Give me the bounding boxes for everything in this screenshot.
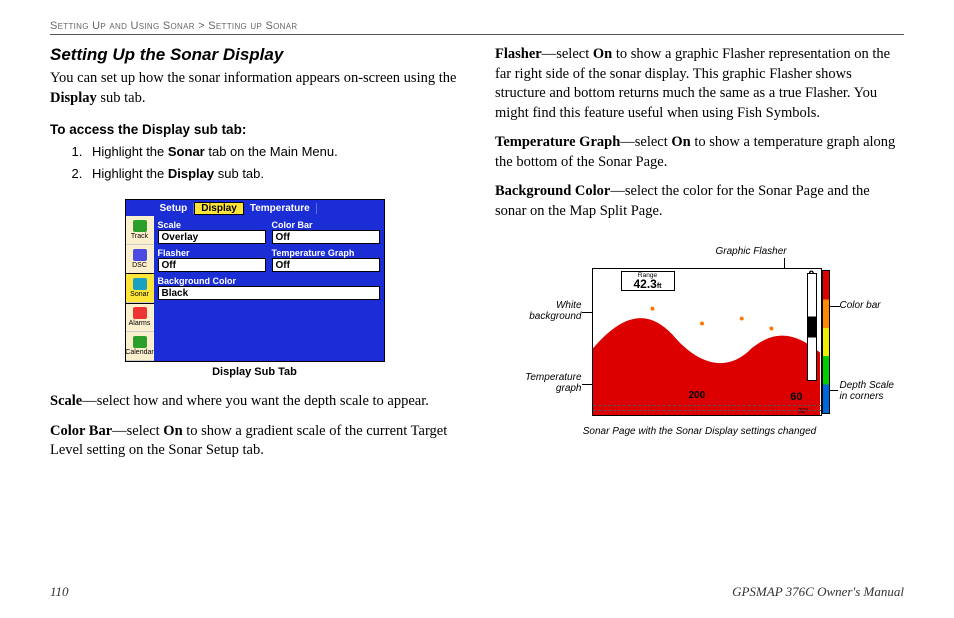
- depth-number: 42.3: [633, 277, 656, 291]
- ann-graphic-flasher: Graphic Flasher: [716, 246, 787, 258]
- val-flasher: Off: [158, 258, 266, 272]
- sidebar-label-track: Track: [131, 233, 148, 240]
- step-2-post: sub tab.: [214, 166, 264, 181]
- depth-unit: ft: [657, 283, 662, 290]
- step-2-bold: Display: [168, 166, 214, 181]
- scale-paragraph: Scale—select how and where you want the …: [50, 392, 459, 412]
- val-tgraph: Off: [272, 258, 380, 272]
- lbl-tgraph: Temperature Graph: [272, 246, 380, 258]
- lbl-scale: Scale: [158, 218, 266, 230]
- lbl-colorbar: Color Bar: [272, 218, 380, 230]
- term-colorbar: Color Bar: [50, 423, 112, 439]
- on-colorbar: On: [163, 423, 182, 439]
- lbl-flasher: Flasher: [158, 246, 266, 258]
- calendar-icon: [133, 336, 147, 348]
- step-1-post: tab on the Main Menu.: [205, 144, 338, 159]
- page-number: 110: [50, 584, 69, 600]
- sidebar-item-track: Track: [126, 216, 154, 245]
- depth-value: 42.3ft: [622, 279, 674, 292]
- alarms-icon: [133, 307, 147, 319]
- val-scale: Overlay: [158, 230, 266, 244]
- sidebar-label-sonar: Sonar: [130, 291, 149, 298]
- sidebar-item-sonar: Sonar: [126, 274, 154, 303]
- left-column: Setting Up the Sonar Display You can set…: [50, 45, 459, 471]
- bgcolor-paragraph: Background Color—select the color for th…: [495, 182, 904, 221]
- range-readout: Range 42.3ft: [621, 271, 675, 291]
- val-colorbar: Off: [272, 230, 380, 244]
- page-footer: 110 GPSMAP 376C Owner's Manual: [50, 584, 904, 600]
- text-tgraph-a: —select: [620, 134, 671, 150]
- colorbar-strip: [822, 270, 830, 414]
- step-1-bold: Sonar: [168, 144, 205, 159]
- temp-value: 60: [790, 391, 802, 403]
- sonar-figure: Graphic Flasher White background Tempera…: [496, 240, 904, 465]
- device-sidebar: Track DSC Sonar Alarms Calendar: [126, 216, 154, 361]
- text-flasher-a: —select: [542, 46, 593, 62]
- flasher-paragraph: Flasher—select On to show a graphic Flas…: [495, 45, 904, 123]
- term-flasher: Flasher: [495, 46, 542, 62]
- text-colorbar-a: —select: [112, 423, 163, 439]
- sonar-figure-caption: Sonar Page with the Sonar Display settin…: [496, 426, 904, 438]
- tab-temperature: Temperature: [244, 203, 317, 214]
- steps-list: Highlight the Sonar tab on the Main Menu…: [86, 141, 459, 185]
- ann-depth-scale: Depth Scale in corners: [840, 380, 894, 403]
- ann-temp-l1: Temperature: [525, 372, 581, 383]
- sidebar-item-calendar: Calendar: [126, 332, 154, 361]
- tab-display: Display: [194, 202, 244, 215]
- flasher-strip: [807, 273, 817, 381]
- device-tabs: Setup Display Temperature: [126, 200, 384, 216]
- term-bgcolor: Background Color: [495, 183, 610, 199]
- temp-graph-strip: [593, 405, 821, 411]
- track-icon: [133, 220, 147, 232]
- sidebar-item-dsc: DSC: [126, 245, 154, 274]
- intro-text-a: You can set up how the sonar information…: [50, 70, 456, 86]
- scale-corner-mid: 200: [689, 390, 706, 401]
- ann-white-bg-l2: background: [529, 311, 581, 322]
- right-column: Flasher—select On to show a graphic Flas…: [495, 45, 904, 471]
- access-subhead: To access the Display sub tab:: [50, 122, 459, 137]
- step-2: Highlight the Display sub tab.: [86, 163, 459, 185]
- display-subtab-caption: Display Sub Tab: [50, 366, 459, 378]
- sidebar-item-alarms: Alarms: [126, 303, 154, 332]
- display-subtab-screenshot: Setup Display Temperature Track DSC Sona…: [125, 199, 385, 362]
- ann-white-bg-l1: White: [556, 300, 582, 311]
- on-flasher: On: [593, 46, 612, 62]
- ann-depth-l1: Depth Scale: [840, 380, 894, 391]
- on-tgraph: On: [671, 134, 690, 150]
- intro-text-bold: Display: [50, 90, 97, 106]
- sidebar-label-calendar: Calendar: [125, 349, 153, 356]
- term-tgraph: Temperature Graph: [495, 134, 620, 150]
- lbl-bgcolor: Background Color: [158, 274, 380, 286]
- section-title: Setting Up the Sonar Display: [50, 45, 459, 65]
- lead-color-bar: [830, 306, 840, 307]
- text-scale: —select how and where you want the depth…: [82, 393, 429, 409]
- step-1: Highlight the Sonar tab on the Main Menu…: [86, 141, 459, 163]
- tgraph-paragraph: Temperature Graph—select On to show a te…: [495, 133, 904, 172]
- step-1-pre: Highlight the: [92, 144, 168, 159]
- term-scale: Scale: [50, 393, 82, 409]
- ann-depth-l2: in corners: [840, 391, 884, 402]
- sonar-display: Range 42.3ft 0 200 60 32°: [592, 268, 822, 416]
- val-bgcolor: Black: [158, 286, 380, 300]
- ann-white-bg: White background: [496, 300, 582, 323]
- step-2-pre: Highlight the: [92, 166, 168, 181]
- sidebar-label-dsc: DSC: [132, 262, 147, 269]
- manual-title: GPSMAP 376C Owner's Manual: [732, 584, 904, 600]
- colorbar-paragraph: Color Bar—select On to show a gradient s…: [50, 422, 459, 461]
- ann-color-bar: Color bar: [840, 300, 881, 312]
- intro-paragraph: You can set up how the sonar information…: [50, 69, 459, 108]
- device-grid: Scale Color Bar Overlay Off Flasher Temp…: [154, 216, 384, 361]
- ann-temp-graph: Temperature graph: [496, 372, 582, 395]
- breadcrumb-sub: Setting up Sonar: [208, 20, 297, 32]
- intro-text-c: sub tab.: [97, 90, 146, 106]
- breadcrumb: Setting Up and Using Sonar > Setting up …: [50, 20, 904, 35]
- ann-temp-l2: graph: [556, 383, 582, 394]
- tab-setup: Setup: [154, 203, 195, 214]
- sidebar-label-alarms: Alarms: [129, 320, 151, 327]
- breadcrumb-sep: >: [198, 20, 205, 32]
- sonar-icon: [133, 278, 147, 290]
- dsc-icon: [133, 249, 147, 261]
- breadcrumb-section: Setting Up and Using Sonar: [50, 20, 195, 32]
